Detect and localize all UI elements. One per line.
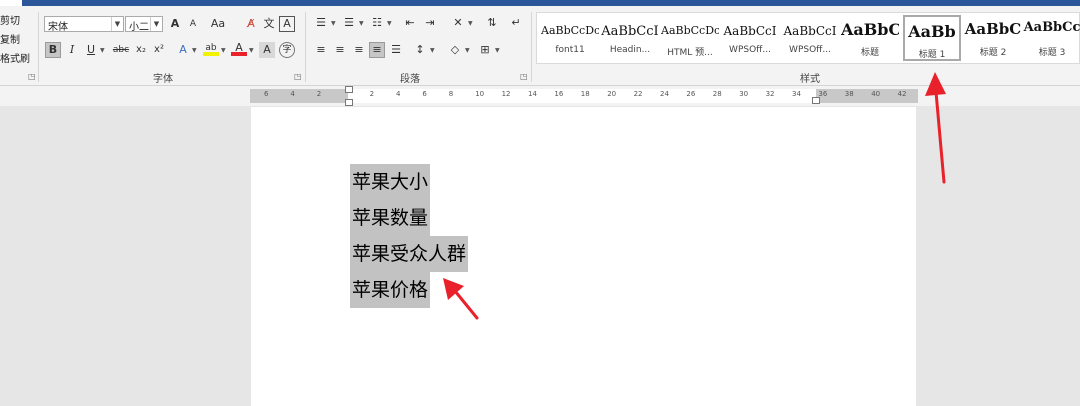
arrow-to-style-heading-1 xyxy=(925,72,946,184)
annotation-overlay xyxy=(443,72,946,320)
arrow-to-selected-text xyxy=(443,278,479,320)
